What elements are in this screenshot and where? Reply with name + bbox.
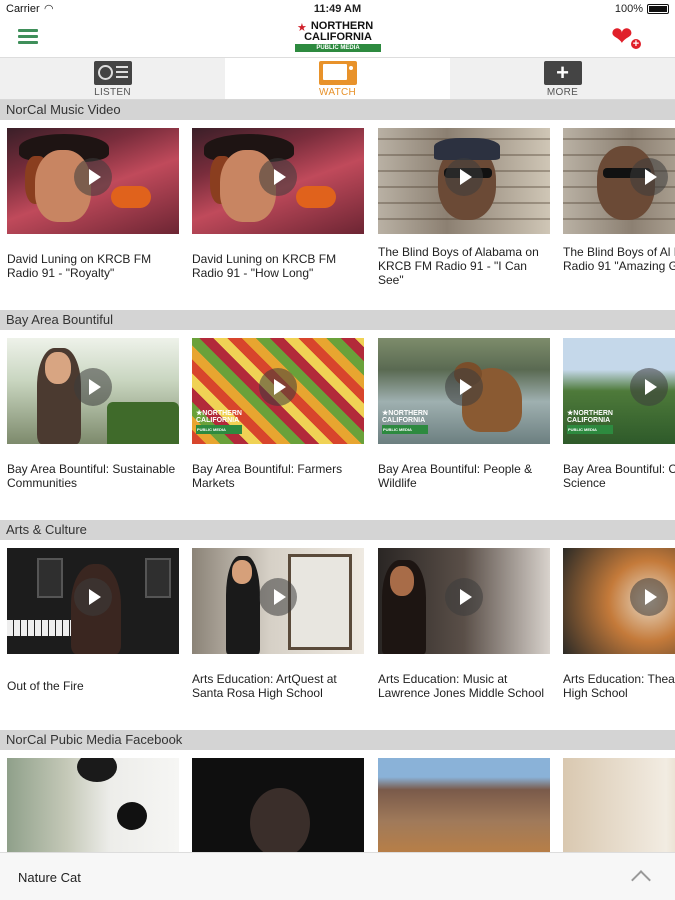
video-title: Out of the Fire <box>7 679 84 693</box>
video-card[interactable]: ★NORTHERN CALIFORNIA PUBLIC MEDIA Bay Area… <box>563 338 675 514</box>
plus-icon: + <box>629 37 643 51</box>
video-thumbnail <box>7 338 179 444</box>
section-header: Bay Area Bountiful <box>0 310 675 330</box>
video-carousel[interactable] <box>0 750 675 852</box>
play-icon[interactable] <box>630 368 668 406</box>
video-carousel[interactable]: Bay Area Bountiful: Sustainable Communit… <box>0 330 675 520</box>
video-card[interactable]: Arts Education: ArtQuest at Santa Rosa H… <box>192 548 364 724</box>
video-title: Arts Education: Music at Lawrence Jones … <box>378 672 545 700</box>
play-icon[interactable] <box>445 368 483 406</box>
tab-more[interactable]: + MORE <box>450 58 675 99</box>
play-icon[interactable] <box>259 368 297 406</box>
video-card[interactable] <box>378 758 550 852</box>
app-header: ★ NORTHERN CALIFORNIA PUBLIC MEDIA ❤ + <box>0 18 675 58</box>
video-thumbnail <box>563 548 675 654</box>
play-icon[interactable] <box>74 578 112 616</box>
video-card[interactable]: The Blind Boys of Alabama on KRCB FM Rad… <box>378 128 550 304</box>
video-thumbnail <box>192 128 364 234</box>
video-thumbnail <box>378 548 550 654</box>
video-card[interactable] <box>563 758 675 852</box>
play-icon[interactable] <box>259 158 297 196</box>
plus-icon: + <box>543 61 582 85</box>
video-card[interactable]: ★NORTHERN CALIFORNIA PUBLIC MEDIA Bay Area… <box>378 338 550 514</box>
tab-listen[interactable]: LISTEN <box>0 58 225 99</box>
status-time: 11:49 AM <box>313 3 362 15</box>
play-icon[interactable] <box>630 578 668 616</box>
video-card[interactable]: David Luning on KRCB FM Radio 91 - "Roya… <box>7 128 179 304</box>
tab-watch[interactable]: WATCH <box>225 58 450 99</box>
video-thumbnail <box>7 128 179 234</box>
video-title: Bay Area Bountiful: Citizen Science <box>563 462 675 490</box>
play-icon[interactable] <box>74 368 112 406</box>
section-header: NorCal Music Video <box>0 100 675 120</box>
video-title: David Luning on KRCB FM Radio 91 - "Roya… <box>7 252 152 280</box>
play-icon[interactable] <box>445 158 483 196</box>
video-carousel[interactable]: Out of the Fire Arts Education: ArtQuest… <box>0 540 675 730</box>
video-thumbnail <box>7 548 179 654</box>
main-tab-bar: LISTEN WATCH + MORE <box>0 58 675 100</box>
section-header: Arts & Culture <box>0 520 675 540</box>
video-thumbnail <box>378 128 550 234</box>
logo-line-3: PUBLIC MEDIA <box>295 44 381 52</box>
watermark-logo: ★NORTHERN CALIFORNIA PUBLIC MEDIA <box>567 410 613 434</box>
video-thumbnail: ★NORTHERN CALIFORNIA PUBLIC MEDIA <box>563 338 675 444</box>
video-thumbnail <box>378 758 550 852</box>
video-thumbnail <box>563 758 675 852</box>
radio-icon <box>93 61 132 85</box>
star-icon: ★ <box>297 22 307 34</box>
video-title: Arts Education: ArtQuest at Santa Rosa H… <box>192 672 337 700</box>
video-thumbnail <box>563 128 675 234</box>
northern-california-public-media-logo: ★ NORTHERN CALIFORNIA PUBLIC MEDIA <box>295 21 381 55</box>
video-carousel[interactable]: David Luning on KRCB FM Radio 91 - "Roya… <box>0 120 675 310</box>
video-thumbnail: ★NORTHERN CALIFORNIA PUBLIC MEDIA <box>192 338 364 444</box>
watermark-logo: ★NORTHERN CALIFORNIA PUBLIC MEDIA <box>196 410 242 434</box>
video-thumbnail <box>192 548 364 654</box>
video-title: David Luning on KRCB FM Radio 91 - "How … <box>192 252 337 280</box>
section-header: NorCal Pubic Media Facebook <box>0 730 675 750</box>
now-playing-drawer[interactable]: Nature Cat <box>0 852 675 900</box>
video-card[interactable]: Arts Education: Thea Analy High School <box>563 548 675 724</box>
play-icon[interactable] <box>630 158 668 196</box>
tab-label: LISTEN <box>94 87 131 98</box>
watermark-logo: ★NORTHERN CALIFORNIA PUBLIC MEDIA <box>382 410 428 434</box>
status-bar: Carrier ◠ 11:49 AM 100% <box>0 0 675 18</box>
battery-icon <box>647 4 669 14</box>
video-card[interactable] <box>192 758 364 852</box>
drawer-title: Nature Cat <box>18 870 81 885</box>
tab-label: WATCH <box>318 87 357 98</box>
tab-label: MORE <box>546 87 579 98</box>
video-title: The Blind Boys of Alabama on KRCB FM Rad… <box>378 245 539 287</box>
video-title: Bay Area Bountiful: People & Wildlife <box>378 462 533 490</box>
video-card[interactable]: The Blind Boys of Al KRCB FM Radio 91 "A… <box>563 128 675 304</box>
battery-percent: 100% <box>614 3 643 15</box>
video-title: Bay Area Bountiful: Farmers Markets <box>192 462 343 490</box>
play-icon[interactable] <box>74 158 112 196</box>
tv-icon <box>318 61 357 85</box>
video-card[interactable]: Arts Education: Music at Lawrence Jones … <box>378 548 550 724</box>
video-card[interactable]: David Luning on KRCB FM Radio 91 - "How … <box>192 128 364 304</box>
favorite-add-button[interactable]: ❤ + <box>611 22 643 52</box>
chevron-up-icon[interactable] <box>631 865 649 883</box>
video-title: Bay Area Bountiful: Sustainable Communit… <box>7 462 176 490</box>
logo-line-2: CALIFORNIA <box>304 31 372 43</box>
video-card[interactable]: Out of the Fire <box>7 548 179 724</box>
play-icon[interactable] <box>259 578 297 616</box>
video-title: The Blind Boys of Al KRCB FM Radio 91 "A… <box>563 245 675 273</box>
video-thumbnail <box>192 758 364 852</box>
video-thumbnail: ★NORTHERN CALIFORNIA PUBLIC MEDIA <box>378 338 550 444</box>
video-title: Arts Education: Thea Analy High School <box>563 672 675 700</box>
video-sections[interactable]: NorCal Music Video David Luning on KRCB … <box>0 100 675 852</box>
video-thumbnail <box>7 758 179 852</box>
video-card[interactable]: ★NORTHERN CALIFORNIA PUBLIC MEDIA Bay Area… <box>192 338 364 514</box>
video-card[interactable]: Bay Area Bountiful: Sustainable Communit… <box>7 338 179 514</box>
play-icon[interactable] <box>445 578 483 616</box>
hamburger-menu-icon[interactable] <box>18 29 38 45</box>
video-card[interactable] <box>7 758 179 852</box>
